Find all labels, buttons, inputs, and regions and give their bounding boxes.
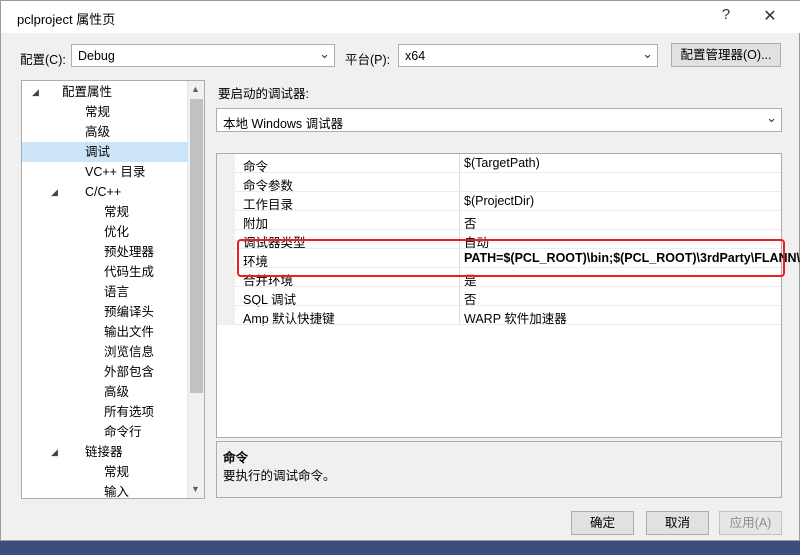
chevron-down-icon: ⌄ <box>642 46 653 61</box>
tree-item[interactable]: 所有选项 <box>22 402 188 422</box>
row-gutter <box>217 306 235 325</box>
tree-item[interactable]: 常规 <box>22 202 188 222</box>
debugger-label: 要启动的调试器: <box>218 87 309 101</box>
close-icon[interactable]: ✕ <box>761 6 779 26</box>
tree-item-label: 输出文件 <box>104 325 155 339</box>
tree-item[interactable]: 输入 <box>22 482 188 499</box>
tree-item-label: 浏览信息 <box>104 345 155 359</box>
chevron-down-icon: ⌄ <box>766 110 777 125</box>
scroll-up-icon[interactable]: ▲ <box>191 84 200 94</box>
property-row[interactable]: SQL 调试否 <box>217 287 781 307</box>
window-title: pclproject 属性页 <box>17 12 116 27</box>
tree-item[interactable]: ◢ 配置属性 <box>22 82 188 102</box>
tree-item[interactable]: 浏览信息 <box>22 342 188 362</box>
tree-item-label: 常规 <box>104 465 130 479</box>
tree-item[interactable]: 代码生成 <box>22 262 188 282</box>
property-row[interactable]: Amp 默认快捷键 WARP 软件加速器 <box>217 306 781 326</box>
tree-item[interactable]: ◢ 链接器 <box>22 442 188 462</box>
row-gutter <box>217 268 235 287</box>
property-grid[interactable]: 命令 $(TargetPath) 命令参数 工作目录 $(ProjectDir) 附加否调… <box>216 153 800 438</box>
tree-item-label: 所有选项 <box>104 405 155 419</box>
tree-item[interactable]: 优化 <box>22 222 188 242</box>
description-title: 命令 <box>223 451 249 465</box>
row-gutter <box>217 154 235 173</box>
tree-item[interactable]: VC++ 目录 <box>22 162 188 182</box>
tree-item-label: 预处理器 <box>104 245 155 259</box>
row-gutter <box>217 192 235 211</box>
config-label: 配置(C): <box>20 53 66 67</box>
tree-item-label: 语言 <box>104 285 130 299</box>
title-bar: pclproject 属性页 ? ✕ <box>1 1 800 33</box>
tree-item[interactable]: 外部包含 <box>22 362 188 382</box>
ok-button[interactable]: 确定 <box>571 511 634 535</box>
property-row[interactable]: 附加否 <box>217 211 781 231</box>
expand-arrow-icon[interactable]: ◢ <box>51 442 58 462</box>
debugger-select[interactable]: 本地 Windows 调试器 ⌄ <box>216 108 782 132</box>
scroll-down-icon[interactable]: ▼ <box>191 484 200 494</box>
platform-select[interactable]: x64 ⌄ <box>398 44 658 67</box>
row-gutter <box>217 287 235 306</box>
platform-value: x64 <box>405 49 426 63</box>
description-text: 要执行的调试命令。 <box>223 469 336 483</box>
config-manager-button[interactable]: 配置管理器(O)... <box>671 43 781 67</box>
property-value[interactable]: $(ProjectDir) <box>464 194 534 208</box>
property-pages-dialog: pclproject 属性页 ? ✕ 配置(C): Debug ⌄ 平台(P):… <box>0 0 800 541</box>
tree-item[interactable]: 输出文件 <box>22 322 188 342</box>
row-divider <box>235 324 781 325</box>
tree-item[interactable]: 预处理器 <box>22 242 188 262</box>
expand-arrow-icon[interactable]: ◢ <box>32 82 39 102</box>
tree-item-label: 输入 <box>104 485 130 499</box>
annotation-highlight-box <box>237 239 785 277</box>
tree-item[interactable]: ◢ C/C++ <box>22 182 188 202</box>
property-tree[interactable]: ▲ ▼ ◢ 配置属性 常规 高级 调试 VC++ 目录 ◢ C/C++ 常规 优化 预处理器 代码生成… <box>21 80 205 499</box>
platform-label: 平台(P): <box>345 53 391 67</box>
tree-item[interactable]: 常规 <box>22 102 188 122</box>
background-taskbar <box>0 541 800 555</box>
row-gutter <box>217 173 235 192</box>
row-gutter <box>217 249 235 268</box>
property-row[interactable]: 命令参数 <box>217 173 781 193</box>
tree-item-label: 优化 <box>104 225 130 239</box>
cancel-button[interactable]: 取消 <box>646 511 709 535</box>
config-select[interactable]: Debug ⌄ <box>71 44 335 67</box>
debugger-value: 本地 Windows 调试器 <box>223 117 344 131</box>
tree-item-label: 配置属性 <box>62 85 113 99</box>
tree-item[interactable]: 命令行 <box>22 422 188 442</box>
property-row[interactable]: 工作目录 $(ProjectDir) <box>217 192 781 212</box>
tree-item-label: 外部包含 <box>104 365 155 379</box>
tree-item[interactable]: 语言 <box>22 282 188 302</box>
tree-item-label: 调试 <box>85 145 111 159</box>
tree-item-label: 高级 <box>85 125 111 139</box>
property-row[interactable]: 命令 $(TargetPath) <box>217 154 781 174</box>
tree-item-label: 预编译头 <box>104 305 155 319</box>
apply-button[interactable]: 应用(A) <box>719 511 782 535</box>
tree-item[interactable]: 高级 <box>22 382 188 402</box>
tree-scrollbar[interactable]: ▲ ▼ <box>187 81 204 498</box>
chevron-down-icon: ⌄ <box>319 46 330 61</box>
tree-item-label: 常规 <box>104 205 130 219</box>
scrollbar-thumb[interactable] <box>190 99 203 393</box>
tree-item-label: 常规 <box>85 105 111 119</box>
row-gutter <box>217 211 235 230</box>
tree-item[interactable]: 预编译头 <box>22 302 188 322</box>
tree-item-label: 代码生成 <box>104 265 155 279</box>
tree-item[interactable]: 调试 <box>22 142 188 162</box>
tree-item[interactable]: 常规 <box>22 462 188 482</box>
tree-item-label: C/C++ <box>85 185 122 199</box>
expand-arrow-icon[interactable]: ◢ <box>51 182 58 202</box>
description-panel: 命令 要执行的调试命令。 <box>216 441 782 498</box>
tree-item-label: 链接器 <box>85 445 123 459</box>
tree-item-label: 命令行 <box>104 425 142 439</box>
property-value[interactable]: $(TargetPath) <box>464 156 540 170</box>
tree-item-label: 高级 <box>104 385 130 399</box>
row-gutter <box>217 230 235 249</box>
tree-item-label: VC++ 目录 <box>85 165 146 179</box>
tree-item[interactable]: 高级 <box>22 122 188 142</box>
help-icon[interactable]: ? <box>718 6 734 23</box>
config-value: Debug <box>78 49 115 63</box>
